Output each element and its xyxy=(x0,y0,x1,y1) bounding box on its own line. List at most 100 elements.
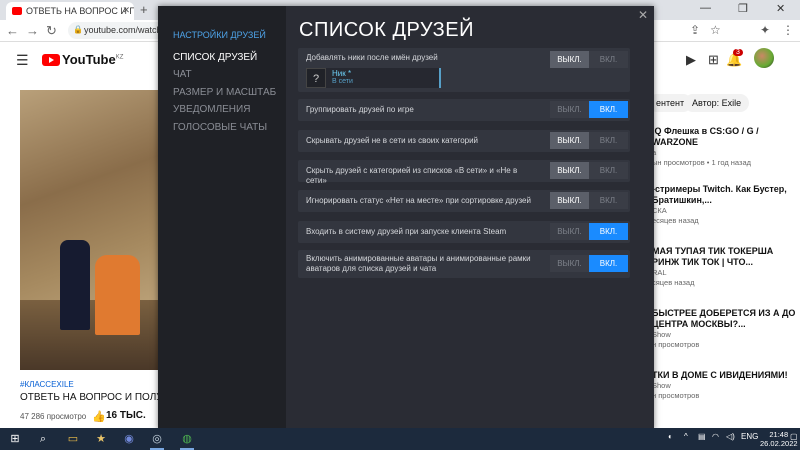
discord-icon[interactable]: ◉ xyxy=(122,432,136,446)
windows-start-icon[interactable]: ⊞ xyxy=(8,432,22,446)
toggle-hide-offline[interactable]: ВЫКЛ. ВКЛ. xyxy=(550,132,628,149)
page-title: СПИСОК ДРУЗЕЙ xyxy=(299,19,474,41)
off-option[interactable]: ВЫКЛ. xyxy=(550,162,589,179)
video-figure xyxy=(60,240,90,330)
sidebar-item-notifications[interactable]: УВЕДОМЛЕНИЯ xyxy=(173,104,250,115)
youtube-logo[interactable]: YouTubeKZ xyxy=(42,52,123,67)
video-player[interactable] xyxy=(20,90,160,370)
status-bar xyxy=(439,68,441,88)
volume-icon[interactable]: ◁) xyxy=(726,432,735,441)
back-icon[interactable]: ← xyxy=(6,23,19,38)
on-option[interactable]: ВКЛ. xyxy=(589,51,628,68)
maximize-icon[interactable]: ❐ xyxy=(738,2,748,15)
rec-channel: СКА xyxy=(652,206,667,215)
language-indicator[interactable]: ENG xyxy=(741,432,758,441)
video-hashtag[interactable]: #КЛАССEXILE xyxy=(20,380,74,389)
steam-friends-settings-window: НАСТРОЙКИ ДРУЗЕЙ СПИСОК ДРУЗЕЙ ЧАТ РАЗМЕ… xyxy=(158,6,654,430)
toggle-hide-categorized[interactable]: ВЫКЛ. ВКЛ. xyxy=(550,162,628,179)
setting-row: Входить в систему друзей при запуске кли… xyxy=(298,221,630,243)
list-item[interactable]: -стримеры Twitch. Как Бустер, Братишкин,… xyxy=(652,184,800,226)
off-option[interactable]: ВЫКЛ. xyxy=(550,255,589,272)
chrome-icon[interactable]: ◍ xyxy=(180,432,194,446)
star-icon[interactable]: ☆ xyxy=(710,23,721,37)
search-icon[interactable]: ⌕ xyxy=(36,432,50,446)
chrome-menu-icon[interactable]: ⋮ xyxy=(782,23,794,37)
on-option[interactable]: ВКЛ. xyxy=(589,162,628,179)
on-option[interactable]: ВКЛ. xyxy=(589,255,628,272)
new-tab-icon[interactable]: + xyxy=(140,2,148,17)
notifications-icon[interactable]: ▢ xyxy=(790,432,798,441)
rec-title: МАЯ ТУПАЯ ТИК ТОКЕРША РИНЖ ТИК ТОК | ЧТО… xyxy=(652,246,774,267)
off-option[interactable]: ВЫКЛ. xyxy=(550,132,589,149)
rec-meta: ын просмотров • 1 год назад xyxy=(652,158,751,167)
youtube-favicon-icon xyxy=(12,7,22,15)
filter-chip[interactable]: Автор: Exile xyxy=(684,94,750,112)
minimize-icon[interactable]: — xyxy=(700,2,711,14)
preview-nick: Ник * xyxy=(332,69,352,78)
setting-label: Добавлять ники после имён друзей xyxy=(306,53,438,62)
toggle-auto-signin[interactable]: ВЫКЛ. ВКЛ. xyxy=(550,223,628,240)
rec-title: IQ Флешка в CS:GO / G / WARZONE xyxy=(652,126,759,147)
video-views: 47 286 просмотро xyxy=(20,412,87,421)
url-bar[interactable]: 🔒 youtube.com/watch? xyxy=(68,22,168,39)
on-option[interactable]: ВКЛ. xyxy=(589,101,628,118)
off-option[interactable]: ВЫКЛ. xyxy=(550,101,589,118)
setting-row: Скрыть друзей с категорией из списков «В… xyxy=(298,160,630,185)
list-item[interactable]: МАЯ ТУПАЯ ТИК ТОКЕРША РИНЖ ТИК ТОК | ЧТО… xyxy=(652,246,800,288)
off-option[interactable]: ВЫКЛ. xyxy=(550,192,589,209)
close-tab-icon[interactable]: ✕ xyxy=(122,5,130,16)
toggle-nicknames[interactable]: ВЫКЛ. ВКЛ. xyxy=(550,51,628,68)
toggle-ignore-away[interactable]: ВЫКЛ. ВКЛ. xyxy=(550,192,628,209)
setting-label: Игнорировать статус «Нет на месте» при с… xyxy=(306,196,531,205)
window-close-icon[interactable]: ✕ xyxy=(776,2,785,15)
steam-icon[interactable]: ◎ xyxy=(150,432,164,446)
menu-icon[interactable]: ☰ xyxy=(16,52,29,69)
youtube-play-icon xyxy=(42,54,60,66)
on-option[interactable]: ВКЛ. xyxy=(589,192,628,209)
rec-title: БЫСТРЕЕ ДОБЕРЕТСЯ ИЗ А ДО ЦЕНТРА МОСКВЫ?… xyxy=(652,308,796,329)
file-explorer-icon[interactable]: ▭ xyxy=(66,432,80,446)
tray-app-icon[interactable]: ◐ xyxy=(668,432,673,441)
star-app-icon[interactable]: ★ xyxy=(94,432,108,446)
sidebar-item-voice[interactable]: ГОЛОСОВЫЕ ЧАТЫ xyxy=(173,122,267,133)
network-icon[interactable]: ▤ xyxy=(698,432,706,441)
like-icon[interactable]: 👍 xyxy=(92,410,106,423)
sidebar-section-title: НАСТРОЙКИ ДРУЗЕЙ xyxy=(173,30,266,40)
friend-preview: ? Ник * В сети xyxy=(306,68,441,88)
apps-icon[interactable]: ⊞ xyxy=(708,52,719,68)
rec-title: -стримеры Twitch. Как Бустер, Братишкин,… xyxy=(652,184,787,205)
rec-title: ТКИ В ДОМЕ С ИВИДЕНИЯМИ! xyxy=(652,370,788,380)
wifi-icon[interactable]: ◠ xyxy=(712,432,719,441)
sidebar-item-chat[interactable]: ЧАТ xyxy=(173,69,192,80)
on-option[interactable]: ВКЛ. xyxy=(589,223,628,240)
youtube-region: KZ xyxy=(115,54,124,61)
create-video-icon[interactable]: ▶ xyxy=(686,52,696,68)
close-icon[interactable]: ✕ xyxy=(638,8,648,22)
on-option[interactable]: ВКЛ. xyxy=(589,132,628,149)
extensions-icon[interactable]: ✦ xyxy=(760,23,770,37)
list-item[interactable]: ТКИ В ДОМЕ С ИВИДЕНИЯМИ! Show н просмотр… xyxy=(652,370,800,401)
list-item[interactable]: IQ Флешка в CS:GO / G / WARZONE а ын про… xyxy=(652,126,800,168)
share-icon[interactable]: ⇪ xyxy=(690,23,700,37)
rec-channel: Show xyxy=(652,330,671,339)
url-text: youtube.com/watch? xyxy=(84,25,167,35)
video-title: ОТВЕТЬ НА ВОПРОС И ПОЛУ xyxy=(20,392,160,403)
sidebar-item-size-scale[interactable]: РАЗМЕР И МАСШТАБ xyxy=(173,87,276,98)
setting-row: Добавлять ники после имён друзей ? Ник *… xyxy=(298,48,630,92)
off-option[interactable]: ВЫКЛ. xyxy=(550,223,589,240)
reload-icon[interactable]: ↻ xyxy=(46,23,57,39)
rec-meta: есяцев назад xyxy=(652,216,699,225)
setting-label: Входить в систему друзей при запуске кли… xyxy=(306,227,507,236)
avatar[interactable] xyxy=(754,48,774,68)
rec-meta: сяцев назад xyxy=(652,278,695,287)
rec-channel: а xyxy=(652,148,657,157)
forward-icon[interactable]: → xyxy=(26,23,39,38)
sidebar-item-friends-list[interactable]: СПИСОК ДРУЗЕЙ xyxy=(173,52,257,63)
toggle-animated-avatars[interactable]: ВЫКЛ. ВКЛ. xyxy=(550,255,628,272)
toggle-group-by-game[interactable]: ВЫКЛ. ВКЛ. xyxy=(550,101,628,118)
off-option[interactable]: ВЫКЛ. xyxy=(550,51,589,68)
list-item[interactable]: БЫСТРЕЕ ДОБЕРЕТСЯ ИЗ А ДО ЦЕНТРА МОСКВЫ?… xyxy=(652,308,800,350)
browser-tab[interactable]: ОТВЕТЬ НА ВОПРОС И ПО... ✕ xyxy=(6,2,134,20)
tray-chevron-icon[interactable]: ^ xyxy=(684,432,688,441)
preview-status: В сети xyxy=(332,78,353,85)
